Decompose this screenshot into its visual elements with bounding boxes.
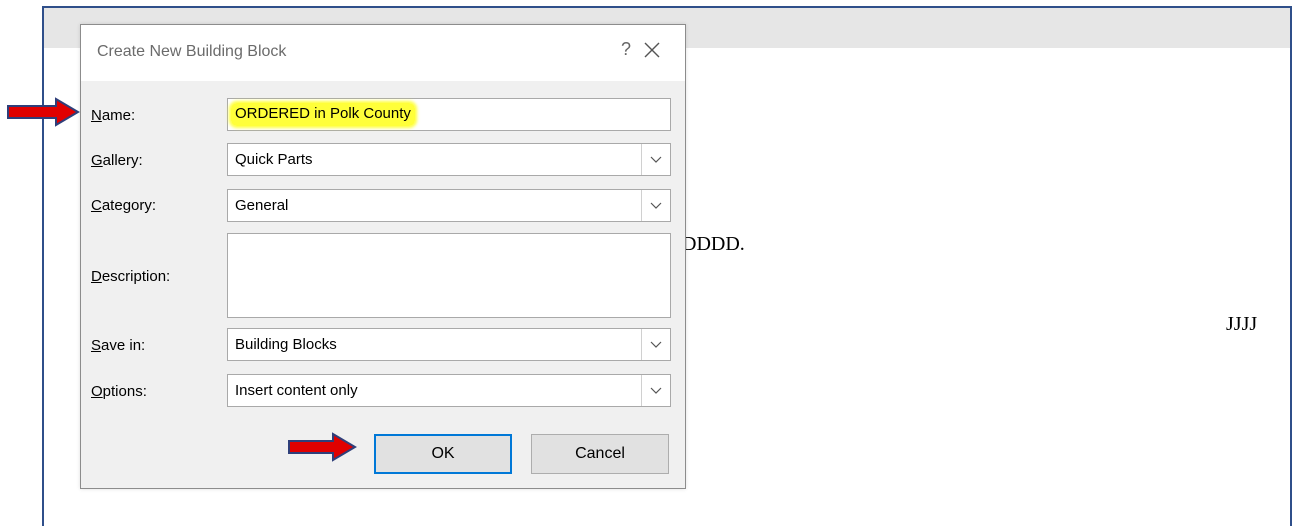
options-select[interactable]: Insert content only bbox=[227, 374, 671, 407]
close-icon bbox=[644, 42, 660, 58]
dialog-title: Create New Building Block bbox=[97, 43, 287, 60]
name-label: Name: bbox=[91, 107, 136, 124]
chevron-down-icon[interactable] bbox=[641, 375, 670, 406]
options-label: Options: bbox=[91, 383, 147, 400]
name-input-value: ORDERED in Polk County bbox=[231, 103, 415, 126]
category-label: Category: bbox=[91, 197, 157, 214]
category-select[interactable]: General bbox=[227, 189, 671, 222]
ok-button[interactable]: OK bbox=[374, 434, 512, 474]
cancel-button[interactable]: Cancel bbox=[531, 434, 669, 474]
save-in-label: Save in: bbox=[91, 337, 146, 354]
description-textarea[interactable] bbox=[227, 233, 671, 318]
document-text: DDDD. bbox=[682, 233, 745, 255]
pointer-arrow-icon bbox=[288, 432, 357, 462]
close-button[interactable] bbox=[637, 37, 667, 63]
help-button[interactable]: ? bbox=[621, 39, 631, 60]
options-value: Insert content only bbox=[235, 382, 358, 399]
pointer-arrow-icon bbox=[7, 97, 80, 127]
chevron-down-icon[interactable] bbox=[641, 329, 670, 360]
dialog-titlebar: Create New Building Block ? bbox=[81, 25, 685, 81]
chevron-down-icon[interactable] bbox=[641, 144, 670, 175]
gallery-value: Quick Parts bbox=[235, 151, 313, 168]
create-building-block-dialog: Create New Building Block ? Name: ORDERE… bbox=[80, 24, 686, 489]
save-in-value: Building Blocks bbox=[235, 336, 337, 353]
gallery-select[interactable]: Quick Parts bbox=[227, 143, 671, 176]
description-label: Description: bbox=[91, 268, 171, 285]
gallery-label: Gallery: bbox=[91, 152, 143, 169]
name-input[interactable]: ORDERED in Polk County bbox=[227, 98, 671, 131]
document-text: JJJJ bbox=[1226, 313, 1258, 335]
save-in-select[interactable]: Building Blocks bbox=[227, 328, 671, 361]
chevron-down-icon[interactable] bbox=[641, 190, 670, 221]
category-value: General bbox=[235, 197, 289, 214]
